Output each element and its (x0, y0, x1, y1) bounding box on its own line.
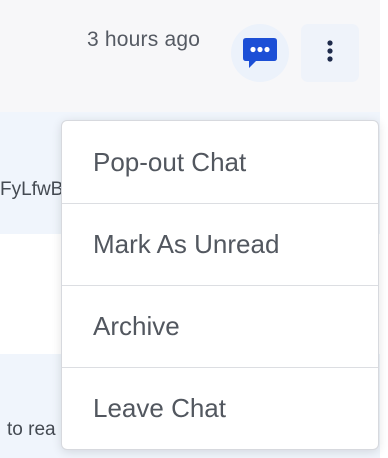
message-preview: FyLfwB (0, 179, 64, 200)
more-options-button[interactable] (301, 24, 359, 82)
menu-item-mark-as-unread[interactable]: Mark As Unread (62, 203, 378, 285)
chat-list-panel: 3 hours ago FyLfwB to rea Pop-out Chat M… (0, 0, 388, 458)
kebab-vertical-icon (326, 39, 334, 68)
menu-item-leave-chat[interactable]: Leave Chat (62, 367, 378, 449)
chat-bubble-dots-icon (241, 35, 279, 71)
panel-edge (380, 0, 388, 458)
menu-item-pop-out-chat[interactable]: Pop-out Chat (62, 121, 378, 203)
conversation-options-menu: Pop-out Chat Mark As Unread Archive Leav… (61, 120, 379, 450)
message-timestamp: 3 hours ago (87, 28, 201, 51)
menu-item-archive[interactable]: Archive (62, 285, 378, 367)
message-preview: to rea (7, 419, 56, 440)
open-chat-button[interactable] (231, 24, 289, 82)
